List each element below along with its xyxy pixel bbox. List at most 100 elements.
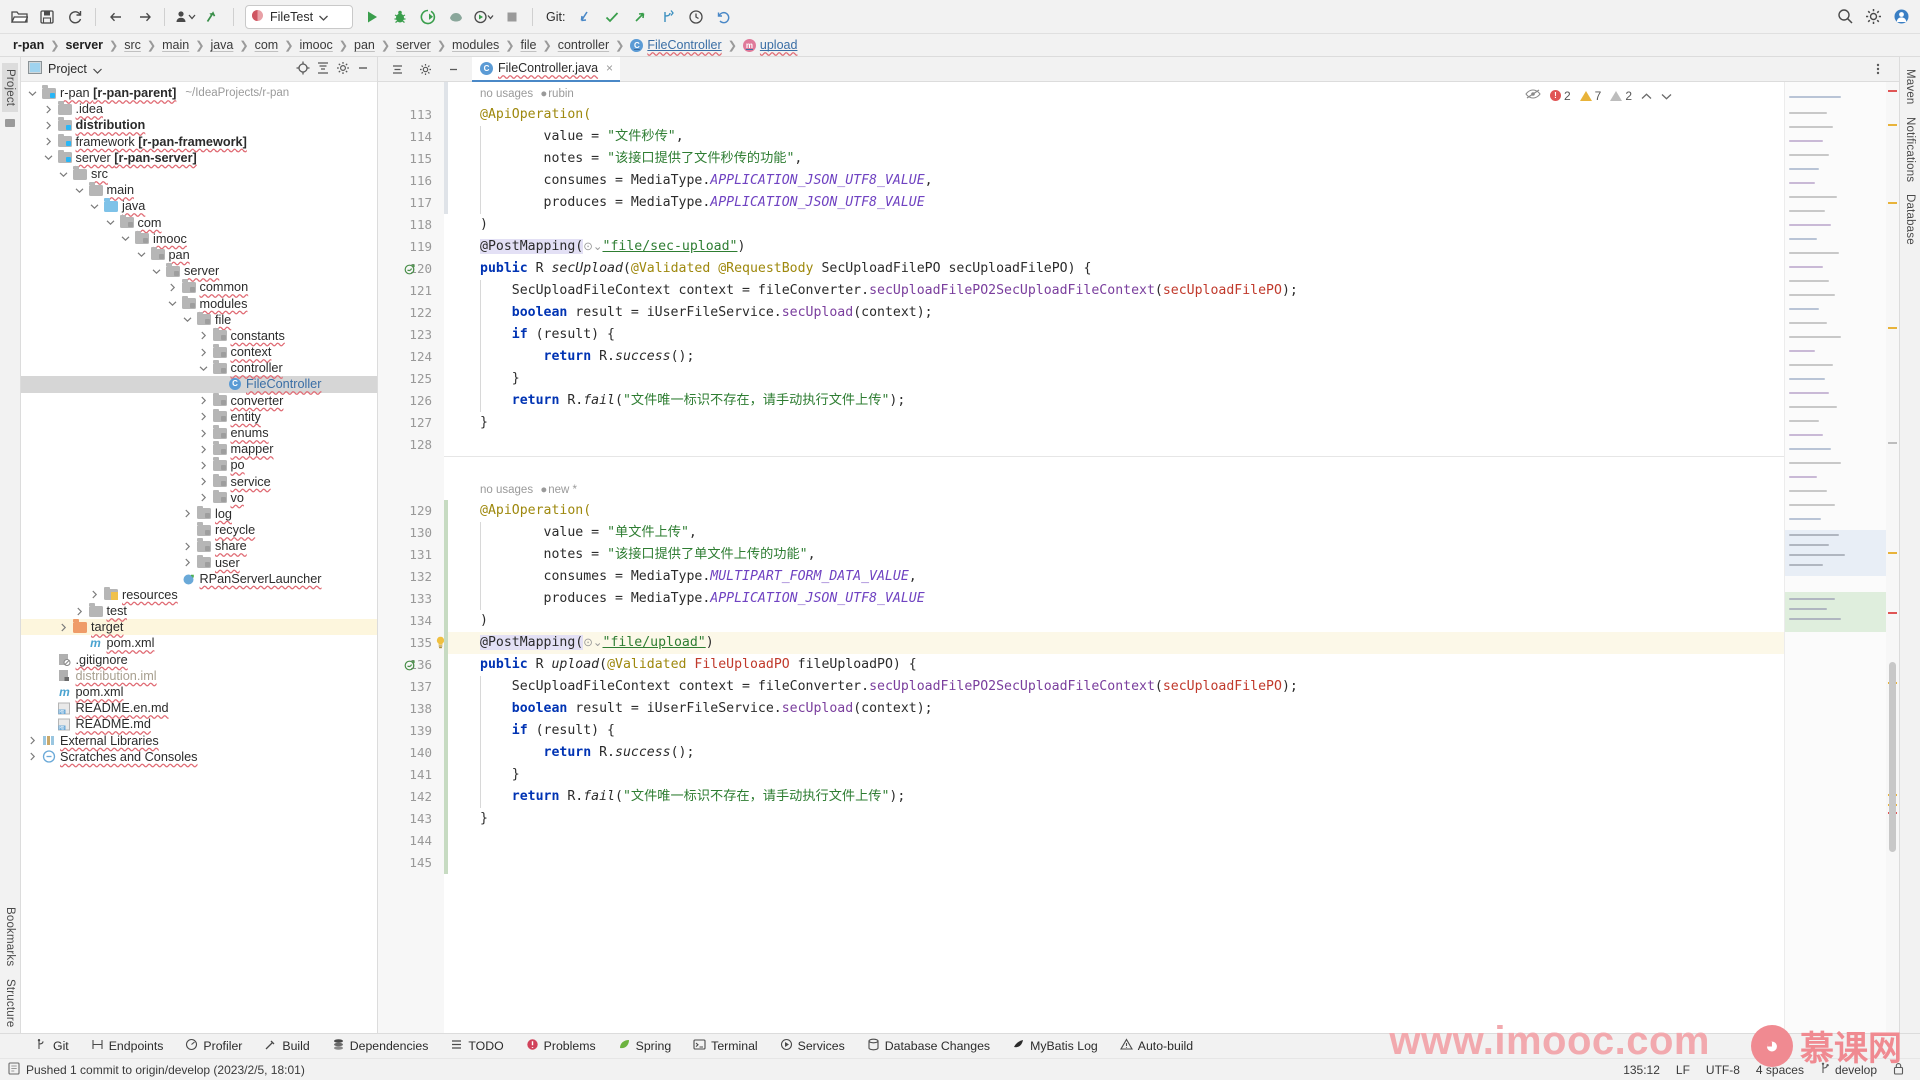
code-line[interactable]: } (444, 808, 1784, 830)
breadcrumb-item-r-pan[interactable]: r-pan (8, 38, 49, 52)
open-folder-icon[interactable] (6, 5, 32, 29)
tool-window-button-todo[interactable]: TODO (439, 1038, 514, 1054)
error-stripe[interactable] (1886, 82, 1899, 1033)
changed-lines-marker[interactable] (444, 500, 448, 874)
chevron-right-icon[interactable] (89, 590, 100, 599)
tool-window-button-auto-build[interactable]: Auto-build (1109, 1038, 1204, 1054)
inspections-widget[interactable]: ! 2 7 2 (1525, 88, 1672, 103)
chevron-right-icon[interactable] (43, 121, 54, 130)
git-branch-widget[interactable]: develop (1812, 1062, 1885, 1077)
tool-window-button-profiler[interactable]: Profiler (174, 1038, 253, 1054)
tree-node-java[interactable]: java (21, 198, 377, 214)
chevron-down-icon[interactable] (167, 300, 178, 307)
tree-node-imooc[interactable]: imooc (21, 230, 377, 247)
rail-item-notifications[interactable]: Notifications (1902, 111, 1918, 188)
code-line[interactable]: ) (444, 214, 1784, 236)
breadcrumb-item-main[interactable]: main (157, 38, 194, 52)
tool-window-button-endpoints[interactable]: Endpoints (80, 1038, 175, 1054)
spring-bean-gutter-icon[interactable] (404, 659, 416, 674)
chevron-right-icon[interactable] (74, 607, 85, 616)
tree-node-idea[interactable]: .idea (21, 101, 377, 117)
code-line[interactable] (444, 456, 1784, 478)
tree-node-rpanserverlauncher[interactable]: RPanServerLauncher (21, 571, 377, 587)
error-stripe-mark[interactable] (1888, 552, 1897, 554)
update-project-icon[interactable] (200, 5, 226, 29)
tree-node-file[interactable]: file (21, 311, 377, 328)
chevron-down-icon[interactable] (120, 235, 131, 242)
chevron-right-icon[interactable] (43, 137, 54, 146)
chevron-right-icon[interactable] (182, 542, 193, 551)
options-gear-icon[interactable] (336, 61, 350, 78)
settings-gear-icon[interactable] (412, 57, 438, 81)
chevron-down-icon[interactable] (319, 9, 329, 24)
code-line[interactable]: boolean result = iUserFileService.secUpl… (444, 302, 1784, 324)
warning-count[interactable]: 7 (1579, 89, 1601, 103)
tree-node-resources[interactable]: resources (21, 586, 377, 603)
error-stripe-mark[interactable] (1888, 442, 1897, 444)
code-line[interactable]: @PostMapping(⊙⌄"file/upload") (444, 632, 1784, 654)
forward-arrow-icon[interactable] (131, 5, 157, 29)
breadcrumb-item-imooc[interactable]: imooc (294, 38, 337, 52)
code-editor[interactable]: 113 114 115 116 117 118 119 120 121 122 123 124 125 1… (378, 82, 1899, 1033)
tree-node-server-r-pan-server[interactable]: server [r-pan-server] (21, 149, 377, 166)
breadcrumb-item-server2[interactable]: server (391, 38, 436, 52)
tree-node-pom-xml[interactable]: m pom.xml (21, 684, 377, 700)
breadcrumb-item-file[interactable]: file (516, 38, 542, 52)
close-icon[interactable]: × (606, 61, 613, 75)
tree-node-gitignore[interactable]: .gitignore (21, 652, 377, 668)
code-line[interactable]: boolean result = iUserFileService.secUpl… (444, 698, 1784, 720)
breadcrumb-item-upload[interactable]: m upload (738, 38, 803, 52)
tool-window-button-problems[interactable]: Problems (515, 1038, 607, 1054)
chevron-down-icon[interactable] (151, 268, 162, 275)
code-line[interactable]: return R.fail("文件唯一标识不存在，请手动执行文件上传"); (444, 390, 1784, 412)
error-stripe-mark[interactable] (1888, 124, 1897, 126)
tree-node-vo[interactable]: vo (21, 489, 377, 506)
breadcrumb-item-filecontroller[interactable]: C FileController (625, 38, 726, 52)
tree-node-distribution-iml[interactable]: distribution.iml (21, 668, 377, 684)
tree-node-framework-r-pan-framework[interactable]: framework [r-pan-framework] (21, 133, 377, 150)
project-tree[interactable]: r-pan [r-pan-parent] ~/IdeaProjects/r-pan… (21, 82, 377, 1033)
chevron-down-icon[interactable] (182, 316, 193, 323)
code-line[interactable]: consumes = MediaType.APPLICATION_JSON_UT… (444, 170, 1784, 192)
chevron-right-icon[interactable] (182, 509, 193, 518)
code-line[interactable]: } (444, 764, 1784, 786)
chevron-down-icon[interactable] (43, 154, 54, 161)
error-stripe-mark[interactable] (1888, 612, 1897, 614)
code-line[interactable]: consumes = MediaType.MULTIPART_FORM_DATA… (444, 566, 1784, 588)
chevron-down-icon[interactable] (136, 251, 147, 258)
tree-node-share[interactable]: share (21, 538, 377, 554)
tree-node-recycle[interactable]: recycle (21, 522, 377, 538)
tree-node-pan[interactable]: pan (21, 246, 377, 263)
chevron-down-icon[interactable] (89, 203, 100, 210)
chevron-right-icon[interactable] (198, 493, 209, 502)
breadcrumb-item-java[interactable]: java (205, 38, 238, 52)
code-line[interactable]: ) (444, 610, 1784, 632)
tool-window-button-services[interactable]: Services (769, 1038, 856, 1054)
search-everywhere-icon[interactable] (1832, 5, 1858, 29)
code-line[interactable]: @ApiOperation( (444, 104, 1784, 126)
notification-icon[interactable] (8, 1061, 20, 1078)
error-stripe-mark[interactable] (1888, 90, 1897, 92)
rail-item-bookmarks[interactable]: Bookmarks (2, 901, 18, 972)
code-line[interactable]: return R.success(); (444, 346, 1784, 368)
tree-node-r-pan-r-pan-parent[interactable]: r-pan [r-pan-parent] ~/IdeaProjects/r-pan (21, 85, 377, 101)
minimize-icon[interactable] (440, 57, 466, 81)
spring-bean-gutter-icon[interactable] (404, 263, 416, 278)
inlay-hint-no-usages[interactable]: no usages ● new * (444, 478, 1784, 500)
tree-node-test[interactable]: test (21, 603, 377, 619)
code-line[interactable]: SecUploadFileContext context = fileConve… (444, 676, 1784, 698)
profile-dropdown-icon[interactable] (172, 5, 198, 29)
tool-window-button-dependencies[interactable]: Dependencies (321, 1038, 440, 1054)
breadcrumb-item-pan[interactable]: pan (349, 38, 380, 52)
tree-node-context[interactable]: context (21, 344, 377, 360)
git-revert-icon[interactable] (711, 5, 737, 29)
line-separator[interactable]: LF (1668, 1063, 1698, 1077)
chevron-right-icon[interactable] (198, 396, 209, 405)
run-icon[interactable] (359, 5, 385, 29)
editor-minimap[interactable] (1784, 82, 1886, 1033)
chevron-right-icon[interactable] (198, 412, 209, 421)
code-line[interactable]: value = "文件秒传", (444, 126, 1784, 148)
debug-icon[interactable] (387, 5, 413, 29)
chevron-down-icon[interactable] (27, 90, 38, 97)
chevron-right-icon[interactable] (27, 736, 38, 745)
